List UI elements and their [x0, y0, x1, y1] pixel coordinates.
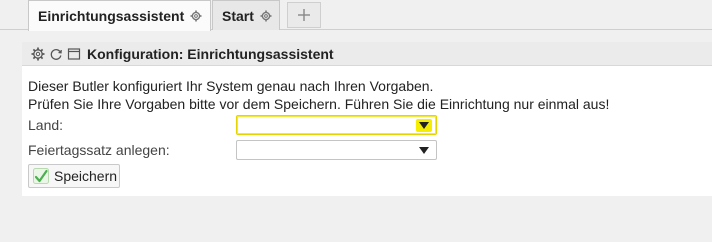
add-tab-button[interactable]	[287, 2, 321, 28]
chevron-down-icon	[419, 122, 429, 129]
gear-icon[interactable]	[190, 10, 202, 22]
feiertagssatz-select[interactable]	[236, 140, 437, 160]
save-button-label: Speichern	[54, 168, 118, 184]
panel-title: Konfiguration: Einrichtungsassistent	[87, 45, 334, 62]
tab-bar: Einrichtungsassistent Start	[0, 0, 712, 31]
chevron-down-icon	[419, 147, 429, 154]
gear-icon[interactable]	[31, 47, 45, 61]
refresh-icon[interactable]	[49, 47, 63, 61]
tab-label: Start	[222, 7, 254, 24]
plus-icon	[298, 9, 310, 21]
land-label: Land:	[28, 117, 64, 133]
configuration-panel: Konfiguration: Einrichtungsassistent Die…	[22, 42, 712, 196]
intro-text: Dieser Butler konfiguriert Ihr System ge…	[28, 77, 609, 113]
land-select[interactable]	[236, 115, 437, 135]
save-button[interactable]: Speichern	[28, 164, 120, 188]
intro-line-2: Prüfen Sie Ihre Vorgaben bitte vor dem S…	[28, 96, 610, 112]
check-icon	[33, 168, 49, 184]
window-icon[interactable]	[67, 47, 81, 61]
gear-icon[interactable]	[260, 10, 272, 22]
tab-start[interactable]: Start	[212, 0, 280, 30]
tab-label: Einrichtungsassistent	[38, 8, 185, 24]
tab-einrichtungsassistent[interactable]: Einrichtungsassistent	[28, 0, 211, 31]
panel-header: Konfiguration: Einrichtungsassistent	[22, 42, 712, 66]
feiertagssatz-label: Feiertagssatz anlegen:	[28, 142, 170, 158]
intro-line-1: Dieser Butler konfiguriert Ihr System ge…	[28, 78, 434, 94]
